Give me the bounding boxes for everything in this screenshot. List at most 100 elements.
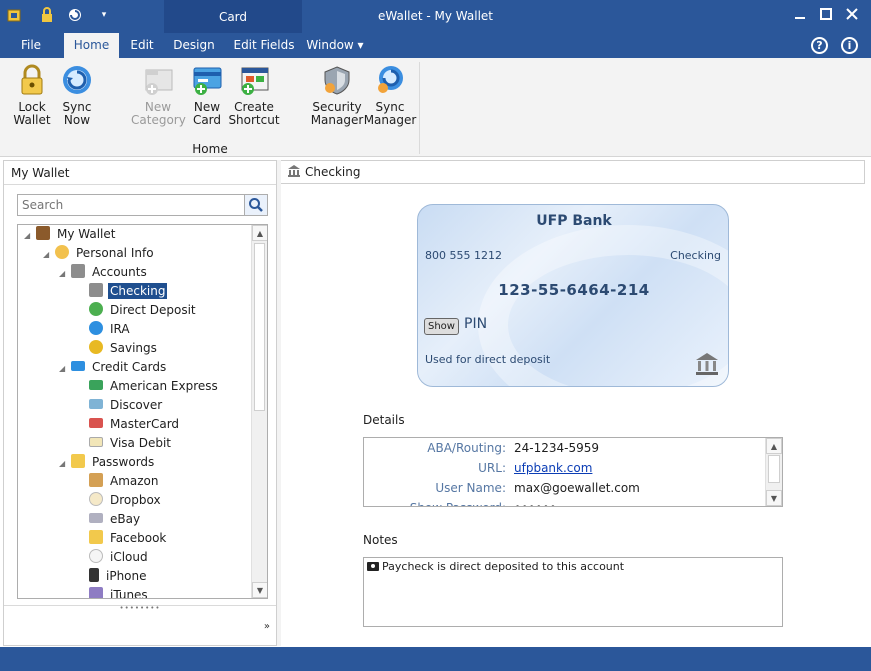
detail-row: ABA/Routing: 24-1234-5959 xyxy=(364,438,764,458)
title-bar: ▾ Card eWallet - My Wallet xyxy=(0,0,871,58)
card-title: Checking xyxy=(305,165,361,179)
scroll-down-icon[interactable]: ▼ xyxy=(252,582,267,598)
tree-node[interactable]: ◢ Accounts xyxy=(59,263,149,282)
tab-home[interactable]: Home xyxy=(64,33,119,58)
new-category-label-2: Category xyxy=(131,113,186,127)
card-detail-pane: Checking UFP Bank 800 555 1212 Checking … xyxy=(281,160,866,646)
money-icon xyxy=(367,562,379,571)
tab-file[interactable]: File xyxy=(10,33,52,58)
wallet-icon xyxy=(36,226,50,240)
card-phone: 800 555 1212 xyxy=(425,249,502,262)
search-input[interactable] xyxy=(18,195,240,215)
maximize-icon[interactable] xyxy=(818,8,834,24)
detail-value[interactable]: max@goewallet.com xyxy=(514,478,640,498)
sync-now-button[interactable]: Sync Now xyxy=(50,64,104,127)
detail-value[interactable]: •••••• xyxy=(514,498,556,506)
tree-node[interactable]: eBay xyxy=(77,510,142,529)
bank-icon xyxy=(71,264,85,278)
wallet-tree: ◢ My Wallet ◢ Personal Info ◢ Accounts Chec… xyxy=(17,224,268,599)
info-icon xyxy=(89,321,103,335)
bank-card-preview: UFP Bank 800 555 1212 Checking 123-55-64… xyxy=(417,204,729,387)
tab-window[interactable]: Window ▾ xyxy=(304,33,366,58)
minimize-icon[interactable] xyxy=(792,8,808,24)
detail-key: User Name: xyxy=(435,481,506,495)
detail-row: User Name: max@goewallet.com xyxy=(364,478,764,498)
person-icon xyxy=(55,245,69,259)
url-link[interactable]: ufpbank.com xyxy=(514,458,592,478)
pane-splitter-handle[interactable]: •••••••• xyxy=(4,605,276,612)
scroll-thumb[interactable] xyxy=(254,243,265,411)
collapse-icon[interactable]: ◢ xyxy=(59,264,71,283)
search-icon[interactable] xyxy=(244,195,267,215)
tab-design[interactable]: Design xyxy=(166,33,222,58)
show-pin-button[interactable]: Show xyxy=(424,318,459,335)
tree-node[interactable]: ◢ Credit Cards xyxy=(59,358,168,377)
ribbon-tabs: File Home Edit Design Edit Fields Window… xyxy=(0,33,871,58)
close-icon[interactable] xyxy=(844,8,860,24)
tree-node[interactable]: ◢ My Wallet xyxy=(24,225,117,244)
detail-row: Show Password: •••••• xyxy=(364,498,764,506)
security-manager-button[interactable]: Security Manager xyxy=(309,64,365,127)
tree-node[interactable]: iTunes xyxy=(77,586,150,598)
tree-node[interactable]: iCloud xyxy=(77,548,150,567)
create-shortcut-button[interactable]: Create Shortcut xyxy=(227,64,281,127)
bank-icon xyxy=(89,283,103,297)
music-icon xyxy=(89,587,103,598)
details-heading: Details xyxy=(363,413,405,427)
scroll-thumb[interactable] xyxy=(768,455,780,483)
notes-heading: Notes xyxy=(363,533,398,547)
window-title: eWallet - My Wallet xyxy=(377,9,494,23)
credit-card-icon xyxy=(71,361,85,371)
scroll-up-icon[interactable]: ▲ xyxy=(766,438,782,454)
collapse-icon[interactable]: ◢ xyxy=(59,359,71,378)
tree-node[interactable]: ◢ Personal Info xyxy=(43,244,156,263)
tree-node[interactable]: ◢ Passwords xyxy=(59,453,156,472)
detail-value[interactable]: 24-1234-5959 xyxy=(514,438,599,458)
new-category-button[interactable]: New Category xyxy=(131,64,186,127)
tree-node[interactable]: Dropbox xyxy=(77,491,163,510)
sync-manager-button[interactable]: Sync Manager xyxy=(362,64,418,127)
pin-label: PIN xyxy=(464,316,488,332)
visa-icon xyxy=(89,437,103,447)
new-category-icon xyxy=(142,64,174,96)
info-icon[interactable]: i xyxy=(841,37,858,54)
tree-node[interactable]: IRA xyxy=(77,320,132,339)
shortcut-icon xyxy=(238,64,270,96)
sync-now-label-2: Now xyxy=(63,113,91,127)
tree-node[interactable]: MasterCard xyxy=(77,415,181,434)
details-fields: ABA/Routing: 24-1234-5959 URL: ufpbank.c… xyxy=(363,437,783,507)
scroll-up-icon[interactable]: ▲ xyxy=(252,225,267,241)
card-type: Checking xyxy=(670,249,721,262)
tree-node[interactable]: American Express xyxy=(77,377,220,396)
tree-node[interactable]: Savings xyxy=(77,339,159,358)
status-bar xyxy=(0,647,871,671)
new-card-label-2: Card xyxy=(192,113,222,127)
cloud-icon xyxy=(89,549,103,563)
create-shortcut-label-2: Shortcut xyxy=(228,113,280,127)
collapse-icon[interactable]: ◢ xyxy=(59,454,71,473)
notes-field[interactable]: Paycheck is direct deposited to this acc… xyxy=(363,557,783,627)
hash-icon xyxy=(89,302,103,316)
collapse-icon[interactable]: ◢ xyxy=(43,245,55,264)
sync-manager-icon xyxy=(374,64,406,96)
tree-node[interactable]: Direct Deposit xyxy=(77,301,198,320)
tree-node[interactable]: Facebook xyxy=(77,529,168,548)
card-bank-name: UFP Bank xyxy=(536,213,612,229)
tree-node[interactable]: Visa Debit xyxy=(77,434,173,453)
help-icon[interactable]: ? xyxy=(811,37,828,54)
details-scrollbar[interactable]: ▲ ▼ xyxy=(765,438,782,506)
tab-edit[interactable]: Edit xyxy=(122,33,162,58)
mastercard-icon xyxy=(89,418,103,428)
scroll-down-icon[interactable]: ▼ xyxy=(766,490,782,506)
new-card-button[interactable]: New Card xyxy=(180,64,234,127)
tree-node[interactable]: iPhone xyxy=(77,567,149,586)
box-icon xyxy=(89,473,103,487)
collapse-icon[interactable]: ◢ xyxy=(24,226,36,245)
tree-node[interactable]: Checking xyxy=(77,282,168,301)
expand-chevron-icon[interactable]: » xyxy=(264,621,270,632)
bank-icon xyxy=(288,165,300,177)
tree-node[interactable]: Discover xyxy=(77,396,164,415)
tree-node[interactable]: Amazon xyxy=(77,472,161,491)
tab-edit-fields[interactable]: Edit Fields xyxy=(229,33,299,58)
tree-scrollbar[interactable]: ▲ ▼ xyxy=(251,225,267,598)
